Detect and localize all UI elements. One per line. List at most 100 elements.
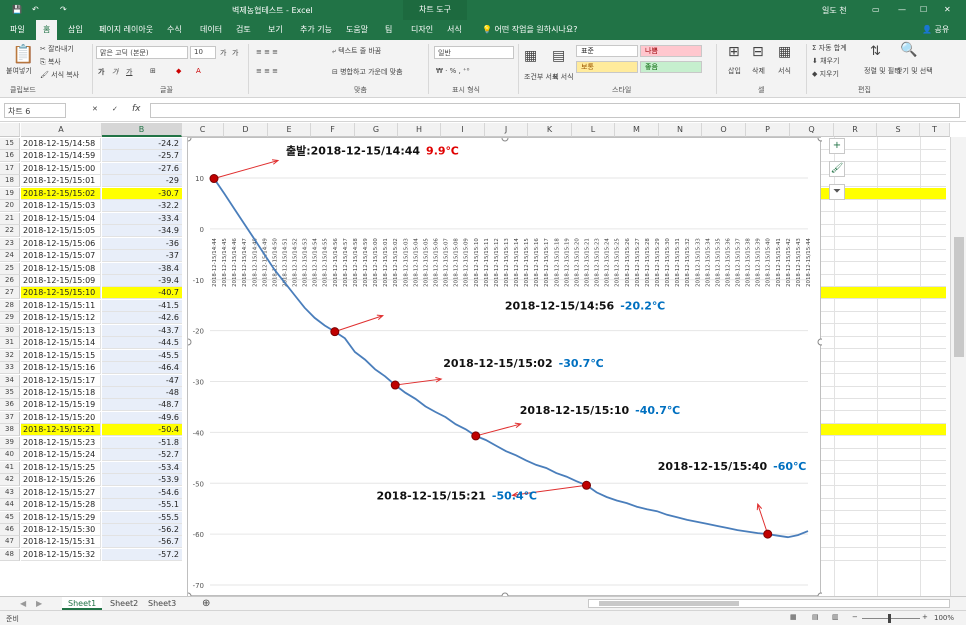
row-header[interactable]: 15 [0, 138, 20, 150]
font-color-icon[interactable]: A [196, 67, 201, 75]
paste-button[interactable]: 붙여넣기 [6, 66, 32, 76]
cell-date[interactable]: 2018-12-15/15:29 [21, 512, 101, 524]
tab-data[interactable]: 데이터 [200, 20, 222, 40]
minimize-icon[interactable]: — [898, 5, 906, 14]
column-header-e[interactable]: E [268, 123, 311, 137]
column-header-o[interactable]: O [702, 123, 746, 137]
cell-temperature[interactable]: -46.4 [102, 362, 182, 374]
row-header[interactable]: 37 [0, 412, 20, 424]
cancel-icon[interactable]: ✕ [92, 105, 98, 113]
column-header-g[interactable]: G [355, 123, 398, 137]
maximize-icon[interactable]: ☐ [920, 5, 927, 14]
row-header[interactable]: 46 [0, 524, 20, 536]
column-header-t[interactable]: T [920, 123, 950, 137]
cell-temperature[interactable]: -48 [102, 387, 182, 399]
cell-date[interactable]: 2018-12-15/15:14 [21, 337, 101, 349]
tab-review[interactable]: 검토 [236, 20, 251, 40]
conditional-format-icon[interactable]: ▦ [524, 48, 537, 64]
add-sheet-icon[interactable]: ⊕ [196, 597, 216, 610]
tab-formulas[interactable]: 수식 [167, 20, 182, 40]
cell-date[interactable]: 2018-12-15/15:09 [21, 275, 101, 287]
row-header[interactable]: 28 [0, 300, 20, 312]
font-grow-button[interactable]: 가 [220, 48, 226, 58]
sheet-tab-sheet2[interactable]: Sheet2 [104, 597, 144, 610]
cell-temperature[interactable]: -39.4 [102, 275, 182, 287]
find-select-button[interactable]: 찾기 및 선택 [896, 66, 933, 76]
merge-center-button[interactable]: ⊟ 병합하고 가운데 맞춤 [332, 67, 403, 77]
chart-styles-button[interactable]: 🖌 [829, 161, 845, 177]
enter-icon[interactable]: ✓ [112, 105, 118, 113]
ribbon-display-icon[interactable]: ▭ [872, 5, 880, 14]
cell-temperature[interactable]: -40.7 [102, 287, 182, 299]
fill-color-icon[interactable]: ◆ [176, 67, 181, 75]
cell-date[interactable]: 2018-12-15/15:31 [21, 536, 101, 548]
cell-temperature[interactable]: -27.6 [102, 163, 182, 175]
cell-temperature[interactable]: -57.2 [102, 549, 182, 561]
vertical-scrollbar[interactable] [950, 137, 966, 596]
column-header-l[interactable]: L [572, 123, 615, 137]
column-header-h[interactable]: H [398, 123, 441, 137]
cell-date[interactable]: 2018-12-15/15:12 [21, 312, 101, 324]
italic-button[interactable]: 가 [112, 67, 118, 77]
font-shrink-button[interactable]: 가 [232, 48, 238, 58]
zoom-slider-handle[interactable] [888, 614, 891, 623]
cell-temperature[interactable]: -41.5 [102, 300, 182, 312]
cell-temperature[interactable]: -49.6 [102, 412, 182, 424]
row-header[interactable]: 17 [0, 163, 20, 175]
cell-date[interactable]: 2018-12-15/15:15 [21, 350, 101, 362]
cell-date[interactable]: 2018-12-15/15:28 [21, 499, 101, 511]
cell-temperature[interactable]: -53.9 [102, 474, 182, 486]
scroll-thumb[interactable] [599, 601, 739, 606]
column-header-r[interactable]: R [834, 123, 877, 137]
row-header[interactable]: 16 [0, 150, 20, 162]
row-header[interactable]: 25 [0, 263, 20, 275]
cell-date[interactable]: 2018-12-15/15:03 [21, 200, 101, 212]
cell-date[interactable]: 2018-12-15/15:04 [21, 213, 101, 225]
cell-temperature[interactable]: -32.2 [102, 200, 182, 212]
find-icon[interactable]: 🔍 [900, 42, 917, 58]
row-header[interactable]: 33 [0, 362, 20, 374]
column-header-f[interactable]: F [311, 123, 355, 137]
cell-date[interactable]: 2018-12-15/14:59 [21, 150, 101, 162]
cell-temperature[interactable]: -24.2 [102, 138, 182, 150]
scroll-thumb[interactable] [954, 237, 964, 357]
cell-date[interactable]: 2018-12-15/15:07 [21, 250, 101, 262]
fill-button[interactable]: ⬇ 채우기 [812, 56, 839, 66]
name-box[interactable]: 차트 6 [4, 103, 66, 118]
cell-temperature[interactable]: -56.7 [102, 536, 182, 548]
row-header[interactable]: 20 [0, 200, 20, 212]
cell-date[interactable]: 2018-12-15/15:26 [21, 474, 101, 486]
zoom-out-icon[interactable]: − [852, 613, 858, 621]
column-header-i[interactable]: I [441, 123, 485, 137]
tab-view[interactable]: 보기 [268, 20, 283, 40]
cell-date[interactable]: 2018-12-15/15:20 [21, 412, 101, 424]
column-header-m[interactable]: M [615, 123, 659, 137]
cell-temperature[interactable]: -36 [102, 238, 182, 250]
row-header[interactable]: 40 [0, 449, 20, 461]
cell-temperature[interactable]: -30.7 [102, 188, 182, 200]
undo-icon[interactable]: ↶ [32, 5, 39, 14]
share-button[interactable]: 👤 공유 [922, 20, 949, 40]
cell-temperature[interactable]: -51.8 [102, 437, 182, 449]
cell-date[interactable]: 2018-12-15/15:21 [21, 424, 101, 436]
page-break-view-icon[interactable]: ▥ [832, 613, 839, 621]
tab-design[interactable]: 디자인 [411, 20, 433, 40]
column-header-q[interactable]: Q [790, 123, 834, 137]
row-header[interactable]: 22 [0, 225, 20, 237]
row-header[interactable]: 21 [0, 213, 20, 225]
cell-date[interactable]: 2018-12-15/15:01 [21, 175, 101, 187]
row-header[interactable]: 38 [0, 424, 20, 436]
tell-me-box[interactable]: 💡 어떤 작업을 원하시나요? [482, 20, 577, 40]
close-icon[interactable]: ✕ [944, 5, 951, 14]
cell-temperature[interactable]: -38.4 [102, 263, 182, 275]
row-header[interactable]: 39 [0, 437, 20, 449]
column-header-p[interactable]: P [746, 123, 790, 137]
cell-date[interactable]: 2018-12-15/15:25 [21, 462, 101, 474]
row-header[interactable]: 30 [0, 325, 20, 337]
currency-icon[interactable]: ₩ · % ‚ ⁺⁰ [436, 67, 469, 75]
cell-temperature[interactable]: -48.7 [102, 399, 182, 411]
sheet-tab-sheet3[interactable]: Sheet3 [142, 597, 182, 610]
cell-temperature[interactable]: -25.7 [102, 150, 182, 162]
sheet-tab-sheet1[interactable]: Sheet1 [62, 597, 103, 610]
cell-temperature[interactable]: -37 [102, 250, 182, 262]
